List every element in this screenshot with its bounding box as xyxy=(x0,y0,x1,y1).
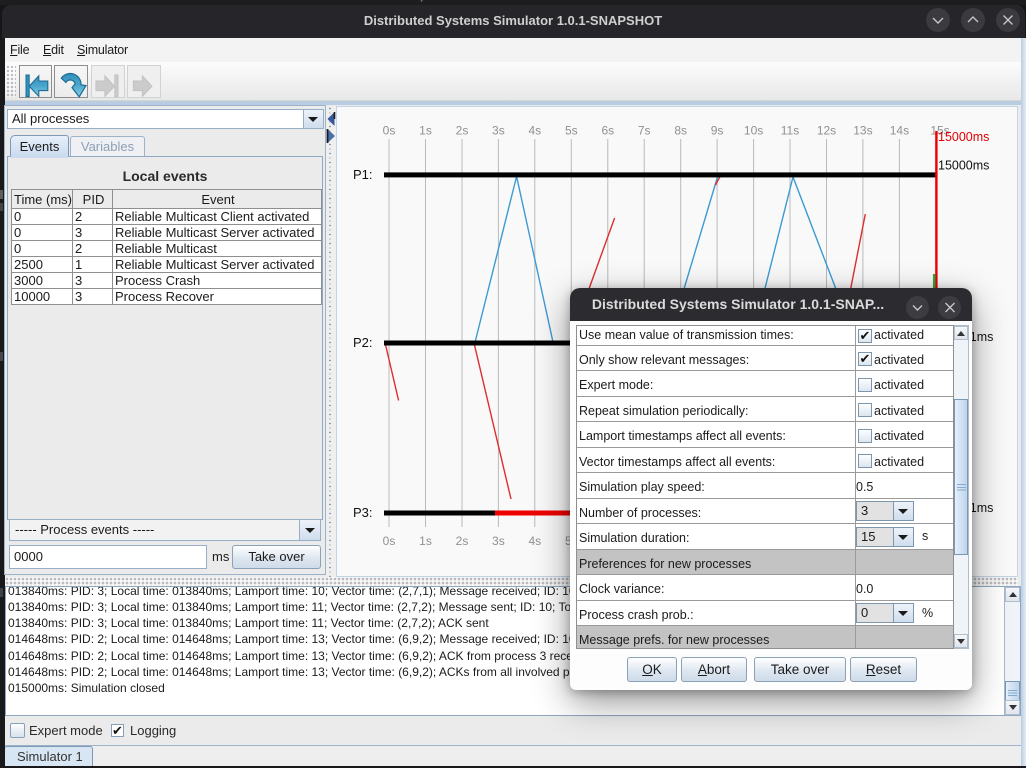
svg-text:12s: 12s xyxy=(817,124,836,138)
svg-text:7s: 7s xyxy=(638,124,651,138)
svg-text:10s: 10s xyxy=(744,124,763,138)
svg-text:P3:: P3: xyxy=(353,505,373,520)
svg-text:6s: 6s xyxy=(601,124,614,138)
svg-text:1s: 1s xyxy=(419,534,432,548)
svg-text:1s: 1s xyxy=(419,124,432,138)
svg-text:8s: 8s xyxy=(674,124,687,138)
svg-text:15000ms: 15000ms xyxy=(938,130,989,144)
svg-text:3s: 3s xyxy=(492,124,505,138)
svg-text:P1:: P1: xyxy=(353,167,373,182)
svg-text:0s: 0s xyxy=(383,124,396,138)
svg-text:3s: 3s xyxy=(492,534,505,548)
svg-text:11s: 11s xyxy=(781,124,799,138)
svg-text:9s: 9s xyxy=(711,124,724,138)
svg-text:4s: 4s xyxy=(528,124,541,138)
svg-text:2s: 2s xyxy=(456,124,469,138)
svg-text:2s: 2s xyxy=(456,534,469,548)
svg-text:P2:: P2: xyxy=(353,335,373,350)
svg-text:15000ms: 15000ms xyxy=(938,159,989,173)
svg-text:5s: 5s xyxy=(565,124,578,138)
svg-text:0s: 0s xyxy=(383,534,396,548)
svg-text:14s: 14s xyxy=(890,124,909,138)
svg-text:13s: 13s xyxy=(853,124,872,138)
svg-text:4s: 4s xyxy=(528,534,541,548)
